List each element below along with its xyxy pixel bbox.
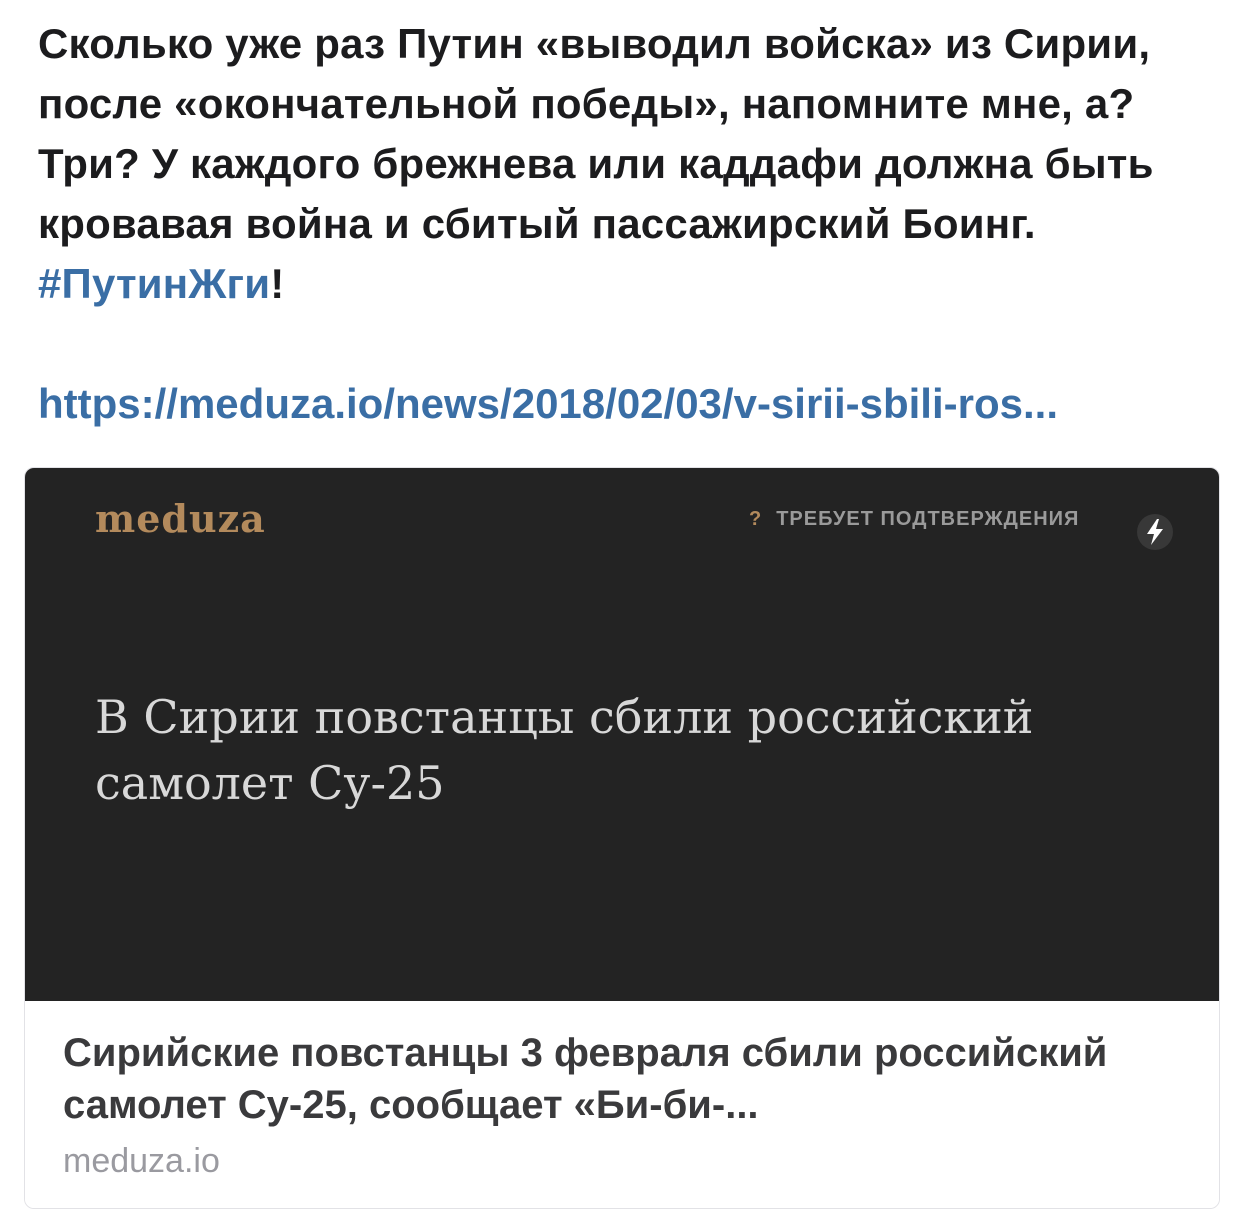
hashtag-link[interactable]: #ПутинЖги xyxy=(38,260,270,307)
card-domain: meduza.io xyxy=(63,1142,220,1180)
post-text: Сколько уже раз Путин «выводил войска» и… xyxy=(38,14,1218,314)
lightning-icon[interactable] xyxy=(1137,514,1173,550)
link-preview-card[interactable]: meduza ? ТРЕБУЕТ ПОДТВЕРЖДЕНИЯ В Сирии по… xyxy=(24,467,1220,1209)
article-url-link[interactable]: https://meduza.io/news/2018/02/03/v-siri… xyxy=(38,374,1218,434)
card-info[interactable]: Сирийские повстанцы 3 февраля сбили росс… xyxy=(25,1001,1219,1208)
badge-text: ТРЕБУЕТ ПОДТВЕРЖДЕНИЯ xyxy=(776,508,1080,530)
question-mark-icon: ? xyxy=(749,508,763,530)
preview-image: meduza ? ТРЕБУЕТ ПОДТВЕРЖДЕНИЯ В Сирии по… xyxy=(25,468,1219,1001)
brand-logo: meduza xyxy=(95,496,266,541)
post-tail: ! xyxy=(270,260,285,307)
post-body: Сколько уже раз Путин «выводил войска» и… xyxy=(38,20,1154,247)
card-title[interactable]: Сирийские повстанцы 3 февраля сбили росс… xyxy=(63,1027,1183,1131)
preview-headline: В Сирии повстанцы сбили российский самол… xyxy=(95,690,1034,810)
verification-badge: ? ТРЕБУЕТ ПОДТВЕРЖДЕНИЯ xyxy=(749,508,1079,531)
